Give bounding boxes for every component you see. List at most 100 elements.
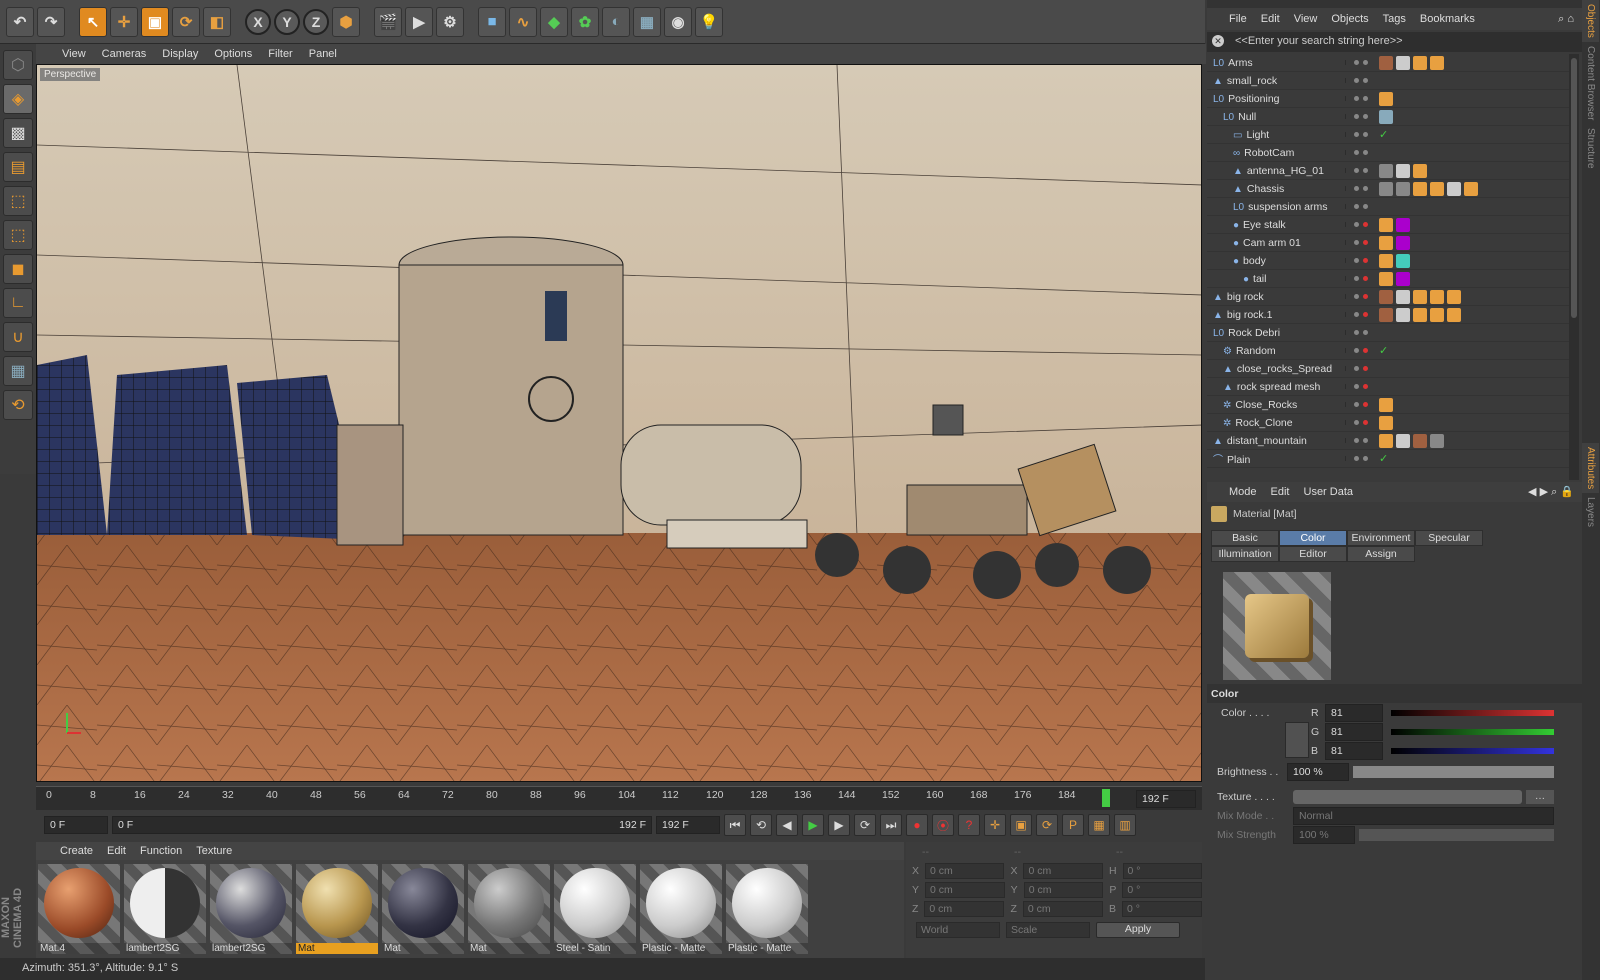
side-tab-attributes[interactable]: Attributes: [1582, 442, 1599, 494]
object-row[interactable]: ▲ rock spread mesh: [1207, 378, 1569, 396]
tag-icon[interactable]: [1379, 253, 1393, 268]
attr-menu-user-data[interactable]: User Data: [1304, 486, 1354, 498]
visibility-dots[interactable]: [1345, 240, 1375, 245]
visibility-dots[interactable]: [1345, 330, 1375, 335]
texture-field[interactable]: [1293, 789, 1522, 804]
next-frame-icon[interactable]: ▶: [828, 814, 850, 836]
scale-tool-icon[interactable]: ▣: [141, 6, 169, 37]
y-axis-icon[interactable]: Y: [274, 8, 300, 35]
tag-icon[interactable]: [1379, 91, 1393, 106]
render-view-icon[interactable]: 🎬: [374, 6, 402, 37]
texture-mode-icon[interactable]: ▩: [3, 118, 33, 148]
visibility-dots[interactable]: [1345, 96, 1375, 101]
objects-menu-file[interactable]: File: [1229, 13, 1247, 25]
object-row[interactable]: ✲ Close_Rocks: [1207, 396, 1569, 414]
deformer-icon[interactable]: ◐: [602, 6, 630, 37]
tag-icon[interactable]: [1396, 181, 1410, 196]
material-menu-edit[interactable]: Edit: [107, 845, 126, 857]
tag-icon[interactable]: [1430, 181, 1444, 196]
keyframe-selection-icon[interactable]: ?: [958, 814, 980, 836]
object-row[interactable]: ▲ big rock: [1207, 288, 1569, 306]
light-icon[interactable]: 💡: [695, 6, 723, 37]
color-r-field[interactable]: 81: [1325, 703, 1383, 722]
tag-icon[interactable]: [1447, 307, 1461, 322]
tab-specular[interactable]: Specular: [1415, 530, 1483, 546]
color-b-slider[interactable]: [1391, 747, 1554, 754]
tag-icon[interactable]: [1379, 235, 1393, 250]
objects-menu-edit[interactable]: Edit: [1261, 13, 1280, 25]
tag-icon[interactable]: [1396, 163, 1410, 178]
object-row[interactable]: ▲ distant_mountain: [1207, 432, 1569, 450]
object-row[interactable]: ▭ Light ✓: [1207, 126, 1569, 144]
object-row[interactable]: ∞ RobotCam: [1207, 144, 1569, 162]
magnet-icon[interactable]: ∪: [3, 322, 33, 352]
tag-icon[interactable]: [1396, 307, 1410, 322]
tag-icon[interactable]: [1379, 289, 1393, 304]
end-frame-field[interactable]: 192 F: [656, 816, 720, 834]
coord-value-field[interactable]: 0 °: [1121, 900, 1202, 917]
objects-menu-view[interactable]: View: [1294, 13, 1318, 25]
tag-icon[interactable]: [1413, 181, 1427, 196]
coord-value-field[interactable]: 0 cm: [1023, 862, 1103, 879]
preview-range-slider[interactable]: 0 F 192 F: [112, 816, 652, 834]
back-arrow-icon[interactable]: ◀ ▶ ⌕ 🔒: [1528, 485, 1574, 499]
edges-mode-icon[interactable]: ⬚: [3, 220, 33, 250]
object-row[interactable]: L0 Arms: [1207, 54, 1569, 72]
coord-value-field[interactable]: 0 cm: [1022, 900, 1103, 917]
record-keys-icon[interactable]: ●: [906, 814, 928, 836]
coord-value-field[interactable]: 0 cm: [925, 862, 1005, 879]
color-g-slider[interactable]: [1391, 728, 1554, 735]
tag-icon[interactable]: [1379, 271, 1393, 286]
tab-illumination[interactable]: Illumination: [1211, 546, 1279, 562]
tag-icon[interactable]: [1396, 235, 1410, 250]
object-row[interactable]: ● Cam arm 01: [1207, 234, 1569, 252]
tab-assign[interactable]: Assign: [1347, 546, 1415, 562]
visibility-dots[interactable]: [1345, 312, 1375, 317]
coord-value-field[interactable]: 0 °: [1122, 881, 1203, 898]
visibility-dots[interactable]: [1345, 186, 1375, 191]
visibility-dots[interactable]: [1345, 150, 1375, 155]
recent-tool-icon[interactable]: ◧: [203, 6, 231, 37]
tab-color[interactable]: Color: [1279, 530, 1347, 546]
coordinate-mode-dropdown[interactable]: World: [916, 921, 1000, 938]
tab-basic[interactable]: Basic: [1211, 530, 1279, 546]
tab-editor[interactable]: Editor: [1279, 546, 1347, 562]
tag-icon[interactable]: [1396, 55, 1410, 70]
floor-icon[interactable]: ▦: [633, 6, 661, 37]
select-tool-icon[interactable]: ↖: [79, 6, 107, 37]
tag-icon[interactable]: [1379, 415, 1393, 430]
material-menu-function[interactable]: Function: [140, 845, 182, 857]
undo-icon[interactable]: ↶: [6, 6, 34, 37]
key-rotation-icon[interactable]: ⟳: [1036, 814, 1058, 836]
object-row[interactable]: ● Eye stalk: [1207, 216, 1569, 234]
coordinate-system-icon[interactable]: ⬢: [332, 6, 360, 37]
tag-icon[interactable]: [1379, 217, 1393, 232]
color-g-field[interactable]: 81: [1325, 722, 1383, 741]
snap-icon[interactable]: ▦: [3, 356, 33, 386]
tag-icon[interactable]: [1464, 181, 1478, 196]
tag-icon[interactable]: [1379, 433, 1393, 448]
tab-environment[interactable]: Environment: [1347, 530, 1415, 546]
key-scale-icon[interactable]: ▣: [1010, 814, 1032, 836]
material-swatch[interactable]: Plastic - Matte: [726, 864, 808, 954]
key-position-icon[interactable]: ✛: [984, 814, 1006, 836]
tag-icon[interactable]: [1396, 289, 1410, 304]
mix-strength-slider[interactable]: [1359, 828, 1554, 841]
mix-mode-dropdown[interactable]: Normal: [1293, 806, 1554, 825]
axis-mode-icon[interactable]: ∟: [3, 288, 33, 318]
objects-menu-bookmarks[interactable]: Bookmarks: [1420, 13, 1475, 25]
material-swatch[interactable]: lambert2SG: [124, 864, 206, 954]
model-mode-icon[interactable]: ◈: [3, 84, 33, 114]
tag-icon[interactable]: [1396, 217, 1410, 232]
visibility-dots[interactable]: [1345, 366, 1375, 371]
z-axis-icon[interactable]: Z: [303, 8, 329, 35]
search-icon[interactable]: ⌕ ⌂: [1558, 13, 1574, 26]
redo-icon[interactable]: ↷: [37, 6, 65, 37]
material-menu-texture[interactable]: Texture: [196, 845, 232, 857]
tag-icon[interactable]: [1413, 289, 1427, 304]
rotate-tool-icon[interactable]: ⟳: [172, 6, 200, 37]
visibility-dots[interactable]: [1345, 258, 1375, 263]
object-search-input[interactable]: <<Enter your search string here>>: [1207, 32, 1582, 52]
key-parameter-icon[interactable]: P: [1062, 814, 1084, 836]
attr-menu-edit[interactable]: Edit: [1271, 486, 1290, 498]
